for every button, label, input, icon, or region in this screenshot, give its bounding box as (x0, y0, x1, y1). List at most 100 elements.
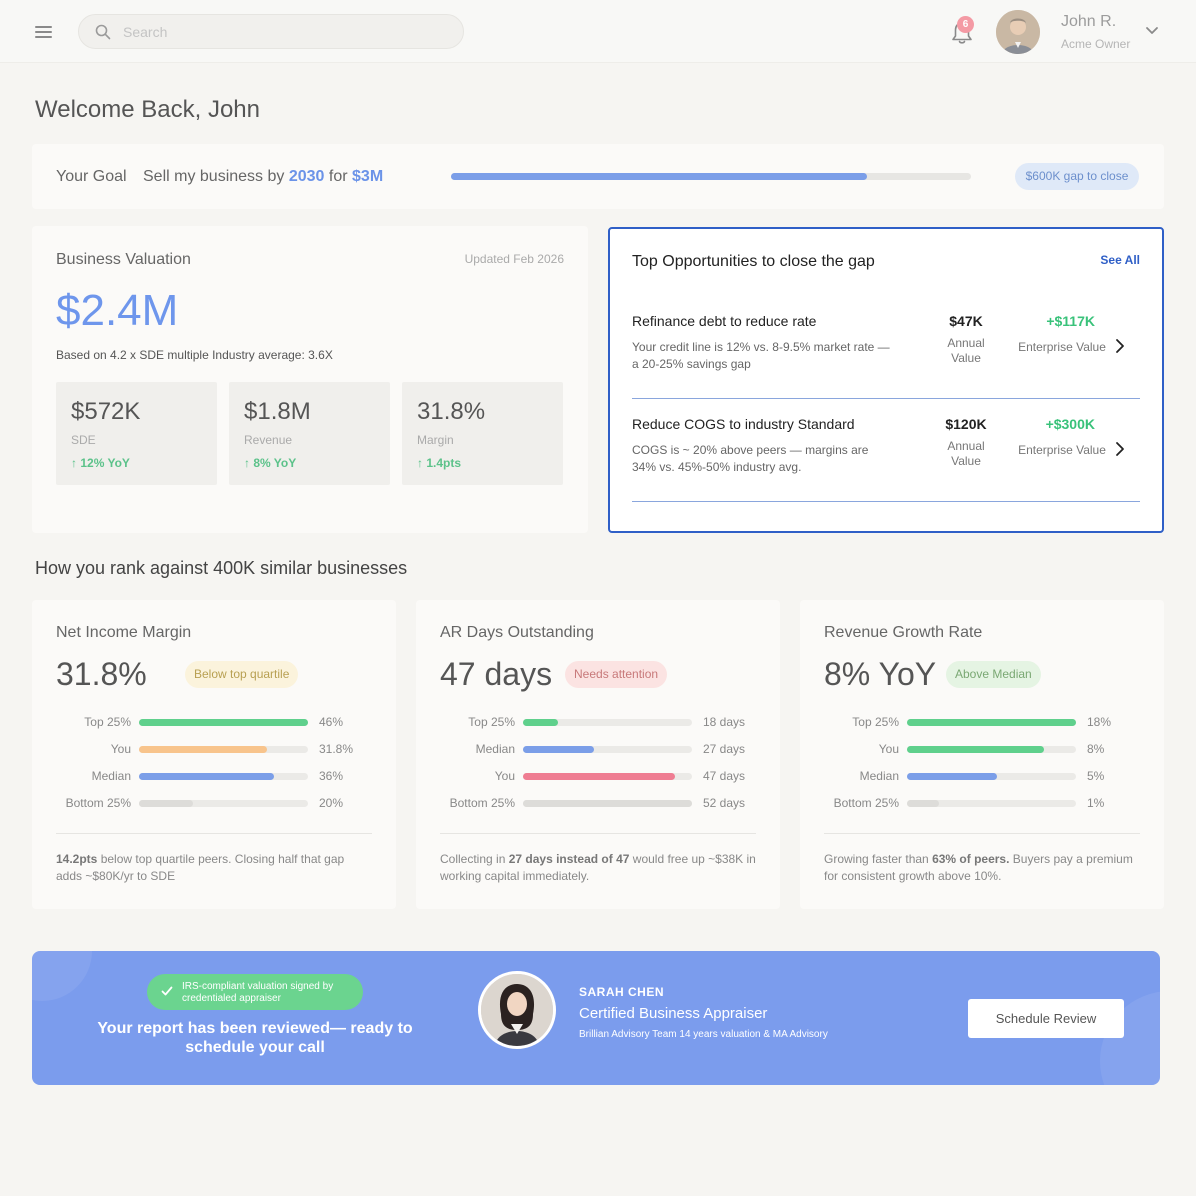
chevron-right-icon[interactable] (1114, 441, 1126, 457)
decorative-circle (32, 951, 92, 1001)
bar-fill (907, 773, 997, 780)
rank-card-ar-days: AR Days Outstanding 47 days Needs attent… (416, 600, 780, 909)
menu-icon[interactable] (35, 26, 52, 38)
bar-fill (139, 800, 194, 807)
enterprise-value-label: Enterprise Value (1018, 443, 1106, 457)
enterprise-value: +$300K (1045, 416, 1095, 432)
goal-amount: $3M (352, 168, 384, 185)
bar-track (907, 719, 1076, 726)
opportunity-name: Refinance debt to reduce rate (632, 313, 817, 329)
avatar[interactable] (996, 10, 1040, 54)
valuation-card: Business Valuation Updated Feb 2026 $2.4… (32, 226, 588, 533)
gap-badge: $600K gap to close (1015, 163, 1139, 190)
appraiser-desc: Brillian Advisory Team 14 years valuatio… (579, 1029, 828, 1040)
opportunity-row[interactable]: Reduce COGS to industry Standard COGS is… (632, 399, 1140, 502)
opportunity-row[interactable]: Refinance debt to reduce rate Your credi… (632, 296, 1140, 399)
stat-sde: $572K SDE ↑ 12% YoY (56, 382, 217, 485)
status-badge: Needs attention (565, 661, 668, 688)
enterprise-value: +$117K (1046, 313, 1095, 329)
bar-value: 47 days (703, 769, 746, 783)
goal-label: Your Goal (56, 168, 127, 185)
opportunities-card: Top Opportunities to close the gap See A… (608, 227, 1164, 533)
opportunities-title: Top Opportunities to close the gap (632, 253, 875, 270)
chevron-right-icon[interactable] (1114, 338, 1126, 354)
rank-note: Growing faster than 63% of peers. Buyers… (824, 852, 1133, 883)
opportunity-desc: Your credit line is 12% vs. 8-9.5% marke… (632, 340, 890, 371)
rank-title: Net Income Margin (56, 624, 192, 641)
status-badge: Above Median (946, 661, 1041, 688)
bar-label: You (494, 769, 515, 783)
rank-note: Collecting in 27 days instead of 47 woul… (440, 852, 756, 883)
user-name: John R. (1061, 13, 1117, 30)
chevron-down-icon[interactable] (1145, 26, 1159, 36)
bar-track (139, 746, 308, 753)
bar-value: 18% (1087, 715, 1112, 729)
bar-track (907, 746, 1076, 753)
divider (824, 833, 1140, 834)
bar-value: 36% (319, 769, 344, 783)
rank-title: AR Days Outstanding (440, 624, 594, 641)
opportunity-name: Reduce COGS to industry Standard (632, 416, 855, 432)
bar-row: Median 27 days (416, 742, 780, 756)
bar-row: Top 25% 18% (800, 715, 1164, 729)
search-icon (95, 24, 111, 40)
bar-fill (523, 800, 692, 807)
bar-track (523, 800, 692, 807)
bar-row: Top 25% 18 days (416, 715, 780, 729)
review-banner: IRS-compliant valuation signed by creden… (32, 951, 1160, 1085)
enterprise-value-label: Enterprise Value (1018, 340, 1106, 354)
bar-row: Bottom 25% 52 days (416, 796, 780, 810)
annual-value: $47K (949, 313, 983, 329)
status-badge: Below top quartile (185, 661, 299, 688)
top-bar: 6 John R. Acme Owner (0, 0, 1196, 63)
bar-value: 18 days (703, 715, 746, 729)
search-bar[interactable] (78, 14, 464, 49)
bar-track (523, 719, 692, 726)
rank-note: 14.2pts below top quartile peers. Closin… (56, 852, 345, 883)
bar-value: 5% (1087, 769, 1105, 783)
bar-label: Median (91, 769, 131, 783)
search-input[interactable] (123, 22, 443, 42)
bar-row: Top 25% 46% (32, 715, 396, 729)
goal-text-mid: for (328, 168, 348, 185)
bar-track (139, 773, 308, 780)
check-icon (161, 986, 173, 996)
appraiser-title: Certified Business Appraiser (579, 1005, 768, 1022)
bar-value: 31.8% (319, 742, 354, 756)
bar-value: 27 days (703, 742, 746, 756)
valuation-amount: $2.4M (56, 286, 179, 335)
annual-value-label: Annual Value (947, 336, 985, 365)
schedule-review-button[interactable]: Schedule Review (968, 999, 1124, 1038)
page-title: Welcome Back, John (35, 96, 260, 123)
bar-value: 8% (1087, 742, 1105, 756)
rank-card-net-income: Net Income Margin 31.8% Below top quarti… (32, 600, 396, 909)
divider (440, 833, 756, 834)
irs-badge: IRS-compliant valuation signed by creden… (147, 974, 363, 1010)
bar-row: Median 5% (800, 769, 1164, 783)
goal-text-prefix: Sell my business by (143, 168, 285, 185)
stat-value: $1.8M (244, 398, 311, 425)
stat-label: SDE (71, 433, 96, 447)
rank-heading: How you rank against 400K similar busine… (35, 558, 408, 578)
bar-row: You 31.8% (32, 742, 396, 756)
arrow-up-icon: ↑ (244, 456, 250, 470)
stat-delta: ↑ 12% YoY (71, 456, 130, 470)
rank-card-revenue-growth: Revenue Growth Rate 8% YoY Above Median … (800, 600, 1164, 909)
goal-progress-fill (451, 173, 867, 180)
see-all-link[interactable]: See All (1100, 253, 1140, 267)
bar-track (523, 773, 692, 780)
appraiser-avatar (478, 971, 556, 1049)
user-role: Acme Owner (1061, 37, 1131, 51)
valuation-note: Based on 4.2 x SDE multiple Industry ave… (56, 348, 333, 362)
bar-label: Top 25% (468, 715, 515, 729)
bar-value: 1% (1087, 796, 1105, 810)
bar-row: Median 36% (32, 769, 396, 783)
stat-delta: ↑ 8% YoY (244, 456, 297, 470)
bar-track (523, 746, 692, 753)
banner-headline: Your report has been reviewed— ready to … (97, 1020, 413, 1056)
bar-track (907, 773, 1076, 780)
bar-label: Median (859, 769, 899, 783)
bar-fill (523, 773, 676, 780)
stat-delta: ↑ 1.4pts (417, 456, 462, 470)
rank-value: 47 days (440, 656, 553, 692)
